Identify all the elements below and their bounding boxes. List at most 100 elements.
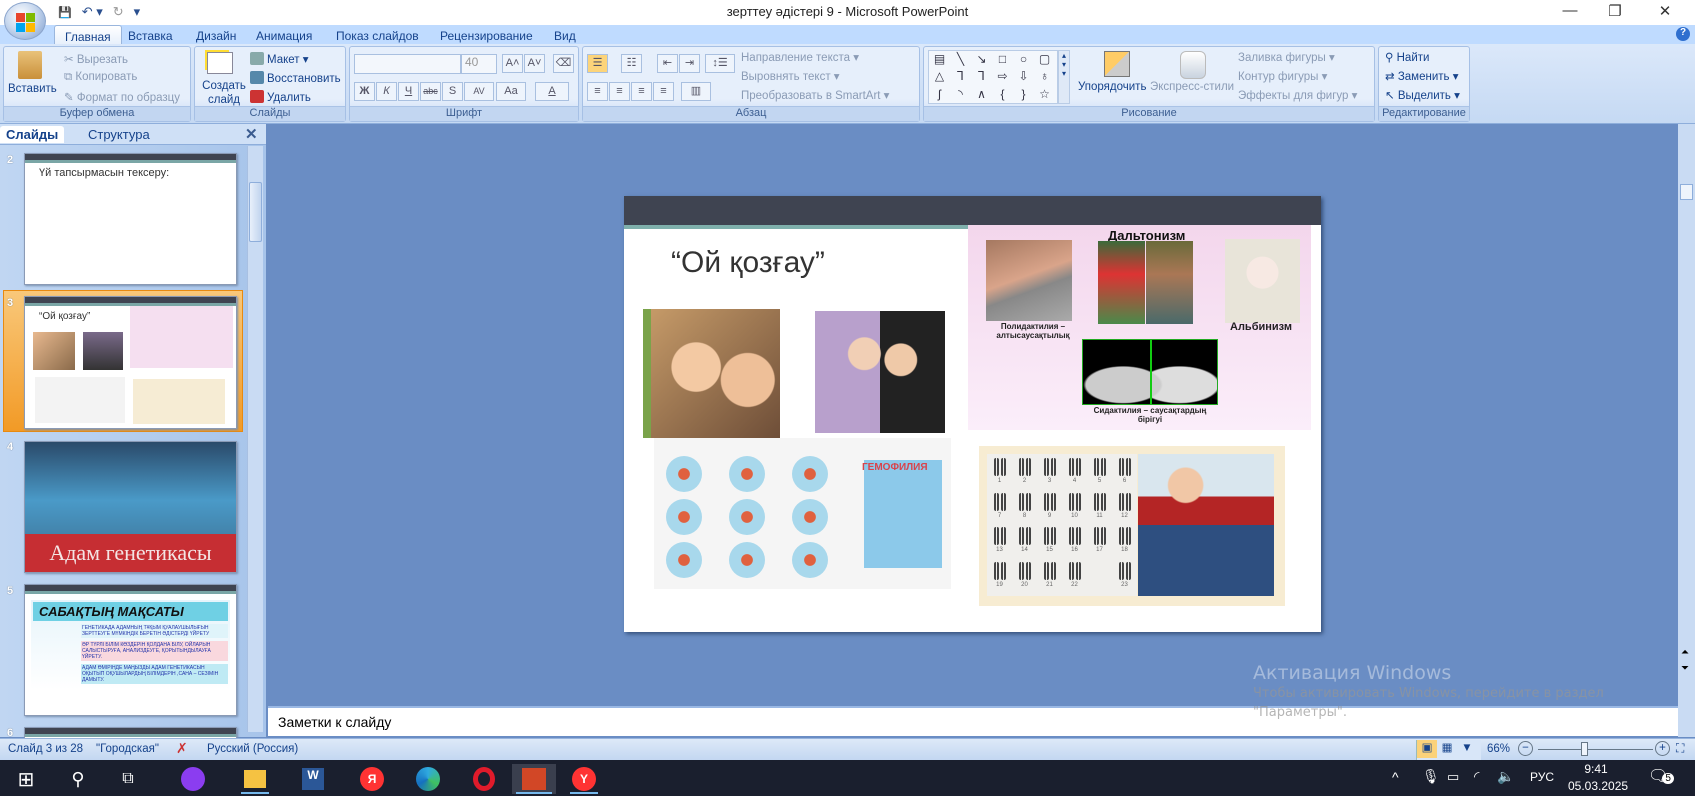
font-size-select[interactable]: 40 bbox=[461, 54, 497, 74]
redo-icon[interactable]: ↻ bbox=[113, 4, 124, 20]
shape-item[interactable]: ⅂ bbox=[950, 68, 971, 85]
align-left-button[interactable]: ≡ bbox=[587, 82, 608, 101]
shape-effects-button[interactable]: Эффекты для фигур ▾ bbox=[1238, 88, 1357, 102]
wifi-icon[interactable]: ◜ bbox=[1474, 768, 1479, 785]
slide-title[interactable]: “Ой қозғау” bbox=[671, 246, 825, 280]
help-icon[interactable]: ? bbox=[1676, 27, 1690, 41]
close-button[interactable]: ✕ bbox=[1645, 2, 1685, 20]
strikethrough-button[interactable]: abc bbox=[420, 82, 441, 101]
yandex-icon[interactable]: Я bbox=[354, 764, 390, 794]
zoom-out-icon[interactable]: − bbox=[1518, 741, 1533, 756]
shape-item[interactable]: ☆ bbox=[1034, 86, 1055, 103]
quick-styles-button[interactable]: Экспресс-стили bbox=[1150, 81, 1234, 93]
arrange-button[interactable]: Упорядочить bbox=[1078, 81, 1146, 93]
shapes-scroll[interactable]: ▴ ▾ ▾ bbox=[1058, 50, 1070, 104]
paste-button[interactable]: Вставить bbox=[8, 83, 57, 95]
tab-design[interactable]: Дизайн bbox=[186, 27, 246, 45]
cut-button[interactable]: ✂ Вырезать bbox=[64, 52, 128, 66]
columns-button[interactable]: ▥ bbox=[681, 82, 711, 101]
spellcheck-icon[interactable]: ✗ bbox=[176, 740, 188, 757]
microphone-icon[interactable]: 🎙 bbox=[1422, 768, 1440, 785]
normal-view-icon[interactable]: ▣ bbox=[1417, 740, 1437, 758]
task-view-icon[interactable]: ⧉ bbox=[110, 764, 146, 794]
shape-item[interactable]: ↘ bbox=[971, 51, 992, 68]
new-slide-button[interactable]: Создать слайд bbox=[200, 79, 248, 107]
shape-item[interactable]: ⇩ bbox=[1013, 68, 1034, 85]
clear-formatting-button[interactable]: ⌫ bbox=[553, 54, 574, 73]
language[interactable]: Русский (Россия) bbox=[207, 743, 298, 755]
customize-qat-icon[interactable]: ▾ bbox=[134, 4, 141, 20]
shape-item[interactable]: } bbox=[1013, 86, 1034, 103]
shadow-button[interactable]: S bbox=[442, 82, 463, 101]
sorter-view-icon[interactable]: ▦ bbox=[1437, 740, 1457, 754]
shape-item[interactable]: ʃ bbox=[929, 86, 950, 103]
file-explorer-icon[interactable] bbox=[237, 764, 273, 794]
yandex-browser-icon[interactable]: Y bbox=[566, 764, 602, 794]
current-slide[interactable]: “Ой қозғау” Дальтонизм Полидактилия – ал… bbox=[624, 196, 1321, 632]
word-icon[interactable]: W bbox=[295, 764, 331, 794]
shape-item[interactable]: ○ bbox=[1013, 51, 1034, 68]
shape-fill-button[interactable]: Заливка фигуры ▾ bbox=[1238, 50, 1335, 64]
underline-button[interactable]: Ч bbox=[398, 82, 419, 101]
slide-thumb-4[interactable]: Адам генетикасы bbox=[24, 441, 237, 573]
spacing-button[interactable]: AV bbox=[464, 82, 494, 101]
shape-item[interactable]: ⇨ bbox=[992, 68, 1013, 85]
zoom-level[interactable]: 66% bbox=[1487, 743, 1510, 755]
bold-button[interactable]: Ж bbox=[354, 82, 375, 101]
zoom-slider-thumb[interactable] bbox=[1581, 742, 1588, 756]
powerpoint-icon[interactable] bbox=[512, 764, 556, 794]
shape-item[interactable]: ◝ bbox=[950, 86, 971, 103]
volume-icon[interactable]: 🔈 bbox=[1497, 768, 1514, 785]
shape-item[interactable]: { bbox=[992, 86, 1013, 103]
tab-view[interactable]: Вид bbox=[544, 27, 586, 45]
tab-slideshow[interactable]: Показ слайдов bbox=[326, 27, 429, 45]
align-center-button[interactable]: ≡ bbox=[609, 82, 630, 101]
shapes-gallery[interactable]: ▤ ╲ ↘ □ ○ ▢ △ ⅂ ⅂ ⇨ ⇩ ♁ ʃ ◝ ∧{} ☆ bbox=[928, 50, 1058, 104]
battery-icon[interactable]: ▭ bbox=[1447, 769, 1459, 785]
input-language[interactable]: РУС bbox=[1530, 770, 1554, 784]
show-hidden-icons[interactable]: ^ bbox=[1392, 769, 1399, 785]
font-color-button[interactable]: A bbox=[535, 82, 569, 101]
shape-item[interactable]: ▢ bbox=[1034, 51, 1055, 68]
minimize-button[interactable]: — bbox=[1550, 2, 1590, 19]
slides-pane-scrollbar[interactable] bbox=[247, 146, 263, 732]
office-button[interactable] bbox=[4, 2, 46, 40]
slide-thumb-5[interactable]: САБАҚТЫҢ МАҚСАТЫ ГЕНЕТИКАДА АДАМНЫҢ ТҰҚЫ… bbox=[24, 584, 237, 716]
next-slide-icon[interactable]: ⏷ bbox=[1681, 663, 1689, 674]
shape-item[interactable]: ▤ bbox=[929, 51, 950, 68]
reset-button[interactable]: Восстановить bbox=[250, 71, 341, 85]
replace-button[interactable]: ⇄ Заменить ▾ bbox=[1385, 69, 1459, 83]
format-painter-button[interactable]: ✎ Формат по образцу bbox=[64, 90, 180, 104]
shape-item[interactable]: ♁ bbox=[1034, 68, 1055, 85]
start-icon[interactable]: ⊞ bbox=[8, 764, 44, 794]
main-scrollbar[interactable]: ⏶ ⏷ bbox=[1678, 124, 1695, 737]
tab-slides[interactable]: Слайды bbox=[0, 126, 65, 143]
alice-icon[interactable] bbox=[175, 764, 211, 794]
scroll-thumb[interactable] bbox=[249, 182, 262, 242]
align-right-button[interactable]: ≡ bbox=[631, 82, 652, 101]
align-text-button[interactable]: Выровнять текст ▾ bbox=[741, 69, 840, 83]
tab-animation[interactable]: Анимация bbox=[246, 27, 322, 45]
text-direction-button[interactable]: Направление текста ▾ bbox=[741, 50, 859, 64]
fit-to-window-icon[interactable]: ⛶ bbox=[1676, 741, 1684, 756]
line-spacing-button[interactable]: ↕☰ bbox=[705, 54, 735, 73]
copy-button[interactable]: ⧉ Копировать bbox=[64, 71, 137, 84]
shape-item[interactable]: △ bbox=[929, 68, 950, 85]
select-button[interactable]: ↖ Выделить ▾ bbox=[1385, 88, 1460, 102]
delete-slide-button[interactable]: Удалить bbox=[250, 90, 311, 104]
tab-insert[interactable]: Вставка bbox=[118, 27, 183, 45]
notes-placeholder[interactable]: Заметки к слайду bbox=[278, 714, 391, 730]
increase-indent-button[interactable]: ⇥ bbox=[679, 54, 700, 73]
tab-review[interactable]: Рецензирование bbox=[430, 27, 543, 45]
shape-item[interactable]: ⅂ bbox=[971, 68, 992, 85]
tab-outline[interactable]: Структура bbox=[82, 126, 156, 143]
shape-item[interactable]: ∧ bbox=[971, 86, 992, 103]
edge-icon[interactable] bbox=[410, 764, 446, 794]
layout-button[interactable]: Макет ▾ bbox=[250, 52, 309, 66]
numbering-button[interactable]: ☷ bbox=[621, 54, 642, 73]
slideshow-view-icon[interactable]: ▼ bbox=[1457, 742, 1477, 754]
convert-smartart-button[interactable]: Преобразовать в SmartArt ▾ bbox=[741, 88, 889, 102]
shape-outline-button[interactable]: Контур фигуры ▾ bbox=[1238, 69, 1327, 83]
change-case-button[interactable]: Aa bbox=[496, 82, 526, 101]
notifications-icon[interactable]: 🗨5 bbox=[1648, 766, 1674, 786]
